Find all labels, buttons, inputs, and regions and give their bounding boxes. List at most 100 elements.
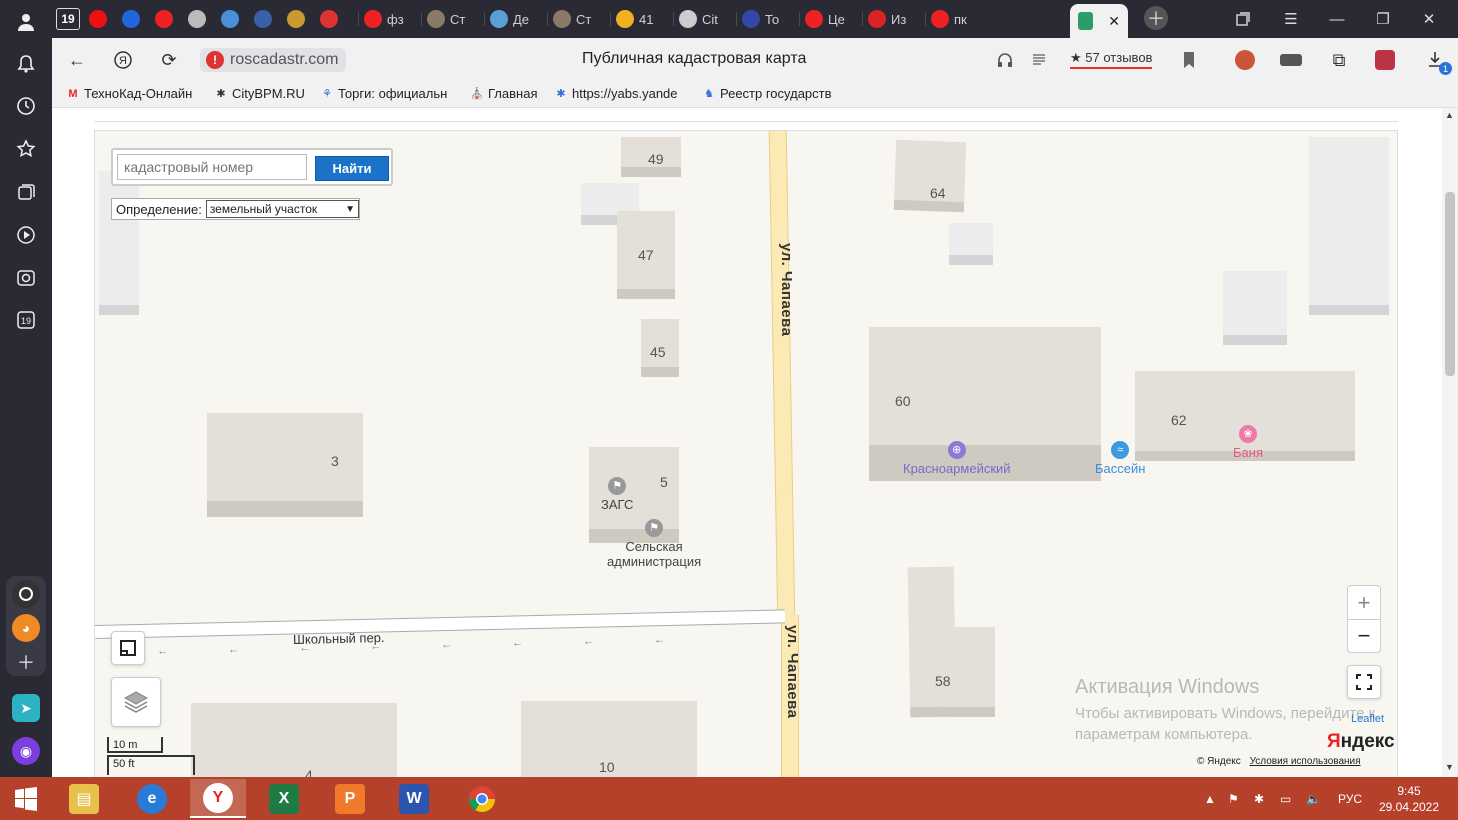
- taskbar-yandex-browser[interactable]: Y: [190, 779, 246, 818]
- menu-icon[interactable]: ☰: [1268, 0, 1314, 38]
- tab-9[interactable]: фз: [364, 4, 404, 34]
- tab-18[interactable]: пк: [931, 4, 967, 34]
- poi-village-admin[interactable]: ⚑ Сельская администрация: [607, 519, 701, 569]
- minimize-icon[interactable]: —: [1314, 0, 1360, 38]
- tab-11[interactable]: Де: [490, 4, 529, 34]
- definition-select[interactable]: земельный участок ▼: [205, 200, 359, 218]
- notifications-icon[interactable]: [10, 48, 42, 80]
- tray-expand-icon[interactable]: ▲: [1204, 777, 1216, 820]
- extension-1-icon[interactable]: [1232, 47, 1258, 73]
- alice-app-icon[interactable]: [12, 580, 40, 608]
- camera-icon[interactable]: [10, 262, 42, 294]
- zoom-in-button[interactable]: +: [1348, 586, 1380, 619]
- extension-4-icon[interactable]: [1372, 47, 1398, 73]
- tab-active[interactable]: ✕: [1070, 4, 1128, 38]
- building-4[interactable]: [191, 703, 397, 777]
- taskbar-word[interactable]: W: [386, 779, 442, 818]
- tab-7[interactable]: [287, 4, 305, 34]
- building-3[interactable]: [207, 413, 363, 517]
- tab-4[interactable]: [188, 4, 206, 34]
- scroll-thumb[interactable]: [1445, 192, 1455, 376]
- tab-15[interactable]: То: [742, 4, 779, 34]
- building-64[interactable]: [893, 139, 967, 213]
- clock[interactable]: 9:45 29.04.2022: [1376, 783, 1442, 815]
- downloads-icon[interactable]: 1: [1422, 47, 1452, 75]
- add-app-icon[interactable]: ＋: [10, 646, 42, 678]
- tab-8[interactable]: [320, 4, 338, 34]
- bookmark-item[interactable]: ✱ https://yabs.yande: [554, 86, 677, 101]
- bookmark-icon[interactable]: [1176, 47, 1202, 73]
- tab-3[interactable]: [155, 4, 173, 34]
- find-button[interactable]: Найти: [315, 156, 389, 181]
- tab-10[interactable]: Ст: [427, 4, 465, 34]
- poi-banya[interactable]: ❀ Баня: [1233, 425, 1263, 460]
- reviews-link[interactable]: ★ 57 отзывов: [1070, 50, 1153, 69]
- bookmark-item[interactable]: M ТехноКад-Онлайн: [66, 86, 192, 101]
- bookmarks-star-icon[interactable]: [10, 133, 42, 165]
- ruler-button[interactable]: [111, 631, 145, 665]
- scroll-down-icon[interactable]: ▼: [1445, 762, 1454, 772]
- yandex-home-icon[interactable]: Я: [110, 47, 136, 73]
- collections-icon[interactable]: [10, 176, 42, 208]
- tab-16[interactable]: Це: [805, 4, 845, 34]
- profile-icon[interactable]: [10, 6, 42, 38]
- close-tab-icon[interactable]: ✕: [1108, 13, 1120, 30]
- tab-6[interactable]: [254, 4, 272, 34]
- bookmark-item[interactable]: ✱ CityBPM.RU: [214, 86, 305, 101]
- scroll-up-icon[interactable]: ▲: [1445, 110, 1454, 120]
- poi-zags[interactable]: ⚑ ЗАГС: [601, 477, 633, 512]
- extension-3-icon[interactable]: ⧉: [1326, 47, 1352, 73]
- building[interactable]: [949, 223, 993, 265]
- leaflet-link[interactable]: Leaflet: [1351, 713, 1384, 725]
- bookmark-item[interactable]: ♞ Реестр государств: [702, 86, 831, 101]
- network-icon[interactable]: ▭: [1280, 777, 1291, 820]
- layers-button[interactable]: [111, 677, 161, 727]
- start-button[interactable]: [0, 779, 52, 818]
- calendar-icon[interactable]: 19: [10, 304, 42, 336]
- taskbar-excel[interactable]: X: [256, 779, 312, 818]
- extension-2-icon[interactable]: [1278, 47, 1304, 73]
- tab-12[interactable]: Ст: [553, 4, 591, 34]
- language-indicator[interactable]: РУС: [1338, 777, 1362, 820]
- building[interactable]: [99, 171, 139, 315]
- cadastral-number-input[interactable]: [117, 154, 307, 180]
- tray-app-icon[interactable]: ✱: [1254, 777, 1264, 820]
- video-icon[interactable]: [10, 219, 42, 251]
- tab-5[interactable]: [221, 4, 239, 34]
- restore-icon[interactable]: ❐: [1360, 0, 1406, 38]
- reload-icon[interactable]: ⟳: [156, 47, 182, 73]
- insecure-warning-icon[interactable]: !: [206, 51, 224, 69]
- tab-2[interactable]: [122, 4, 140, 34]
- tab-13[interactable]: 41: [616, 4, 653, 34]
- cadastral-map[interactable]: ул. Чапаева ул. Чапаева Школьный пер. ←←…: [94, 130, 1398, 777]
- zoom-out-button[interactable]: −: [1348, 619, 1380, 652]
- close-window-icon[interactable]: ✕: [1406, 0, 1452, 38]
- tray-flag-icon[interactable]: ⚑: [1228, 777, 1239, 820]
- tab-0[interactable]: 19: [56, 4, 80, 34]
- messenger-app-icon[interactable]: ◕: [12, 614, 40, 642]
- tab-14[interactable]: Cit: [679, 4, 718, 34]
- tab-1[interactable]: [89, 4, 107, 34]
- taskbar-pdf[interactable]: P: [322, 779, 378, 818]
- tabs-manager-icon[interactable]: [1220, 0, 1266, 38]
- back-icon[interactable]: ←: [64, 47, 90, 73]
- taskbar-explorer[interactable]: ▤: [56, 779, 112, 818]
- taskbar-chrome[interactable]: [454, 779, 510, 818]
- headphones-icon[interactable]: [992, 47, 1018, 73]
- fullscreen-button[interactable]: [1347, 665, 1381, 699]
- new-tab-button[interactable]: ＋: [1144, 6, 1168, 30]
- address-bar[interactable]: ! roscadastr.com: [200, 48, 347, 72]
- bookmark-item[interactable]: ⛪ Главная: [470, 86, 537, 101]
- taskbar-ie[interactable]: e: [124, 779, 180, 818]
- alice-assistant-icon[interactable]: ◉: [12, 737, 40, 765]
- reader-mode-icon[interactable]: [1026, 47, 1052, 73]
- tab-17[interactable]: Из: [868, 4, 906, 34]
- page-scrollbar[interactable]: ▲ ▼: [1442, 108, 1458, 777]
- poi-krasnoarmeysky[interactable]: ⊕ Красноармейский: [903, 441, 1011, 476]
- building[interactable]: [1309, 137, 1389, 315]
- send-app-icon[interactable]: ➤: [12, 694, 40, 722]
- history-icon[interactable]: [10, 90, 42, 122]
- poi-pool[interactable]: ≈ Бассейн: [1095, 441, 1145, 476]
- bookmark-item[interactable]: ⚘ Торги: официальн: [320, 86, 447, 101]
- terms-link[interactable]: Условия использования: [1250, 756, 1361, 767]
